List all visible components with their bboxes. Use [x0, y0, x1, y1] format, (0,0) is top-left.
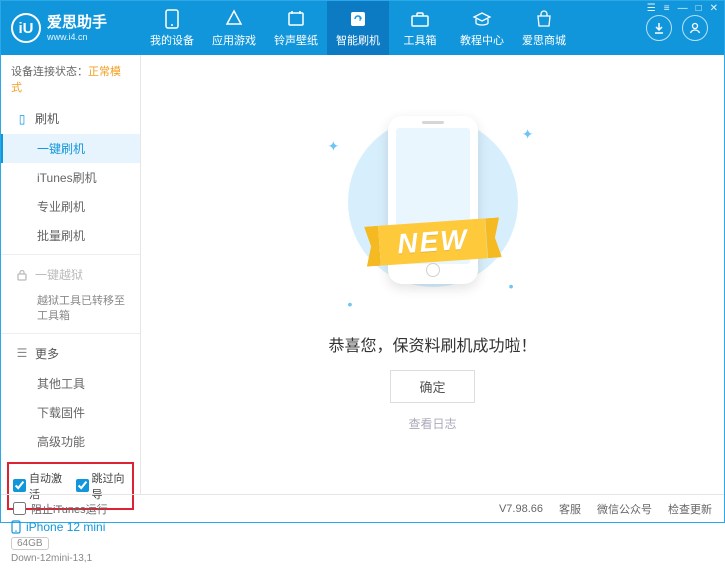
section-jailbreak-head[interactable]: 一键越狱 — [1, 259, 140, 290]
sidebar-item-firmware[interactable]: 下载固件 — [1, 398, 140, 427]
apps-icon — [224, 9, 244, 29]
success-illustration: NEW ✦ ✦ • • — [318, 118, 548, 318]
user-button[interactable] — [682, 15, 708, 41]
window-controls: ☰ ≡ — □ ✕ — [647, 3, 718, 14]
brand: iU 爱思助手 www.i4.cn — [1, 1, 141, 55]
sparkle-icon: ✦ — [522, 126, 534, 143]
lock-icon — [15, 269, 29, 281]
brand-subtitle: www.i4.cn — [47, 32, 107, 43]
sidebar-item-pro[interactable]: 专业刷机 — [1, 192, 140, 221]
section-more-head[interactable]: ☰ 更多 — [1, 338, 140, 369]
header: iU 爱思助手 www.i4.cn 我的设备 应用游戏 铃声壁纸 智能刷机 — [1, 1, 724, 55]
section-jailbreak: 一键越狱 越狱工具已转移至工具箱 — [1, 259, 140, 329]
device-icon — [162, 9, 182, 29]
section-flash-head[interactable]: ▯ 刷机 — [1, 103, 140, 134]
settings-icon[interactable]: ≡ — [664, 3, 670, 14]
block-itunes-checkbox[interactable]: 阻止iTunes运行 — [13, 501, 108, 517]
sidebar: 设备连接状态：正常模式 ▯ 刷机 一键刷机 iTunes刷机 专业刷机 批量刷机… — [1, 55, 141, 494]
ringtone-icon — [286, 9, 306, 29]
tutorial-icon — [472, 9, 492, 29]
success-message: 恭喜您，保资料刷机成功啦！ — [328, 332, 536, 356]
wechat-link[interactable]: 微信公众号 — [597, 501, 652, 517]
nav-ringtone[interactable]: 铃声壁纸 — [265, 1, 327, 55]
sparkle-icon: ✦ — [328, 138, 340, 155]
view-log-link[interactable]: 查看日志 — [408, 415, 456, 432]
maximize-button[interactable]: □ — [696, 3, 702, 14]
nav-my-device[interactable]: 我的设备 — [141, 1, 203, 55]
version-label: V7.98.66 — [499, 503, 543, 515]
new-ribbon: NEW — [378, 218, 488, 265]
section-flash: ▯ 刷机 一键刷机 iTunes刷机 专业刷机 批量刷机 — [1, 103, 140, 250]
sidebar-item-oneclick[interactable]: 一键刷机 — [1, 134, 140, 163]
connection-status: 设备连接状态：正常模式 — [1, 55, 140, 103]
sidebar-item-other[interactable]: 其他工具 — [1, 369, 140, 398]
jailbreak-note: 越狱工具已转移至工具箱 — [1, 290, 140, 329]
nav-toolbox[interactable]: 工具箱 — [389, 1, 451, 55]
update-link[interactable]: 检查更新 — [668, 501, 712, 517]
skin-button[interactable]: ☰ — [647, 3, 656, 14]
brand-title: 爱思助手 — [47, 14, 107, 32]
main-content: NEW ✦ ✦ • • 恭喜您，保资料刷机成功啦！ 确定 查看日志 — [141, 55, 724, 494]
toolbox-icon — [410, 9, 430, 29]
more-icon: ☰ — [15, 346, 29, 360]
sparkle-icon: • — [348, 296, 353, 312]
top-nav: 我的设备 应用游戏 铃声壁纸 智能刷机 工具箱 教程中心 — [141, 1, 646, 55]
support-link[interactable]: 客服 — [559, 501, 581, 517]
nav-apps[interactable]: 应用游戏 — [203, 1, 265, 55]
sidebar-item-itunes[interactable]: iTunes刷机 — [1, 163, 140, 192]
minimize-button[interactable]: — — [678, 3, 688, 14]
sparkle-icon: • — [509, 278, 514, 294]
logo-icon: iU — [11, 13, 41, 43]
footer: 阻止iTunes运行 V7.98.66 客服 微信公众号 检查更新 — [1, 494, 724, 522]
app-window: iU 爱思助手 www.i4.cn 我的设备 应用游戏 铃声壁纸 智能刷机 — [0, 0, 725, 523]
nav-flash[interactable]: 智能刷机 — [327, 1, 389, 55]
device-model: Down-12mini-13,1 — [11, 553, 130, 564]
sidebar-item-batch[interactable]: 批量刷机 — [1, 221, 140, 250]
nav-store[interactable]: 爱思商城 — [513, 1, 575, 55]
confirm-button[interactable]: 确定 — [390, 370, 474, 403]
phone-icon: ▯ — [15, 112, 29, 126]
section-more: ☰ 更多 其他工具 下载固件 高级功能 — [1, 338, 140, 456]
sidebar-item-advanced[interactable]: 高级功能 — [1, 427, 140, 456]
flash-icon — [348, 9, 368, 29]
device-panel[interactable]: iPhone 12 mini 64GB Down-12mini-13,1 — [1, 516, 140, 572]
body: 设备连接状态：正常模式 ▯ 刷机 一键刷机 iTunes刷机 专业刷机 批量刷机… — [1, 55, 724, 494]
download-button[interactable] — [646, 15, 672, 41]
close-button[interactable]: ✕ — [710, 3, 718, 14]
device-storage: 64GB — [11, 537, 49, 550]
store-icon — [534, 9, 554, 29]
nav-tutorial[interactable]: 教程中心 — [451, 1, 513, 55]
